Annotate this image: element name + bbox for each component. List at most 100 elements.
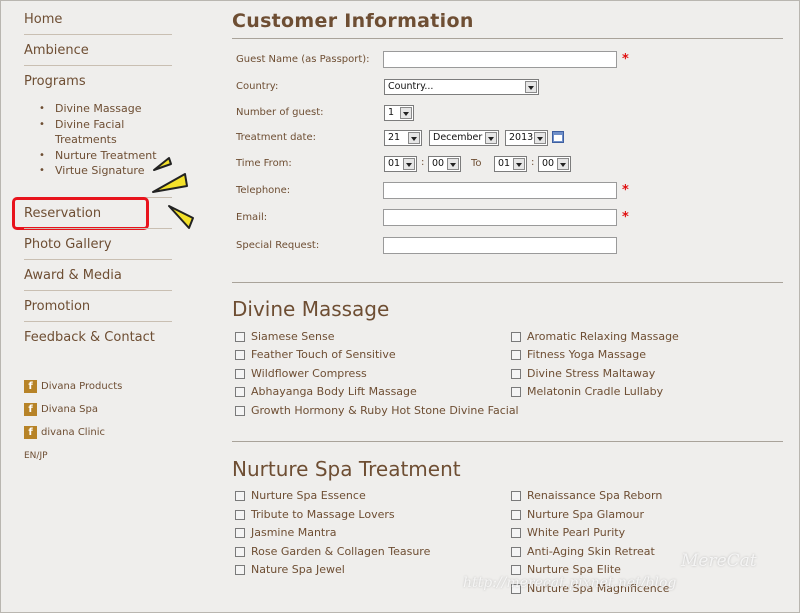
guest-name-label: Guest Name (as Passport): (236, 54, 370, 65)
checkbox[interactable] (511, 331, 521, 342)
checkbox[interactable] (235, 386, 245, 397)
checkbox-fitness-yoga[interactable]: Fitness Yoga Massage (511, 348, 646, 361)
checkbox[interactable] (235, 546, 245, 557)
guests-label: Number of guest: (236, 107, 324, 118)
checkbox-aromatic-relaxing[interactable]: Aromatic Relaxing Massage (511, 330, 679, 343)
social-link-divana-products[interactable]: f Divana Products (24, 380, 122, 393)
month-select[interactable]: December (429, 130, 499, 146)
special-request-label: Special Request: (236, 240, 320, 251)
nav-photo-gallery[interactable]: Photo Gallery (24, 237, 172, 252)
email-input[interactable] (383, 209, 617, 226)
time-colon: : (531, 157, 535, 168)
minute-from-select[interactable]: 00 (428, 156, 461, 172)
nav-divider (24, 65, 172, 66)
checkbox-feather-touch[interactable]: Feather Touch of Sensitive (235, 348, 396, 361)
chevron-down-icon (447, 158, 459, 170)
checkbox[interactable] (235, 527, 245, 538)
time-colon: : (421, 157, 425, 168)
page: Home Ambience Programs • Divine Massage •… (0, 0, 800, 613)
checkbox[interactable] (235, 349, 245, 360)
treatment-date-label: Treatment date: (236, 132, 316, 143)
divine-massage-heading: Divine Massage (232, 297, 390, 321)
checkbox[interactable] (235, 368, 245, 379)
telephone-input[interactable] (383, 182, 617, 199)
checkbox-divine-stress[interactable]: Divine Stress Maltaway (511, 367, 655, 380)
telephone-label: Telephone: (236, 185, 291, 196)
attention-marks-decoration (152, 157, 194, 229)
nav-divider (24, 290, 172, 291)
watermark-url: http://merecat.pixnet.net/blog (463, 575, 677, 591)
section-divider (232, 441, 783, 442)
submenu-item-divine-facial[interactable]: • Divine Facial (39, 117, 157, 133)
nav-promotion[interactable]: Promotion (24, 299, 172, 314)
required-marker: * (622, 210, 629, 225)
chevron-down-icon (557, 158, 569, 170)
nav-programs[interactable]: Programs (24, 74, 172, 89)
programs-submenu: • Divine Massage • Divine Facial Treatment… (39, 101, 157, 179)
checkbox-renaissance-spa[interactable]: Renaissance Spa Reborn (511, 489, 662, 502)
email-label: Email: (236, 212, 268, 223)
checkbox[interactable] (511, 509, 521, 520)
chevron-down-icon (403, 158, 415, 170)
submenu-item-divine-massage[interactable]: • Divine Massage (39, 101, 157, 117)
checkbox[interactable] (235, 509, 245, 520)
checkbox-abhayanga[interactable]: Abhayanga Body Lift Massage (235, 385, 417, 398)
country-select[interactable]: Country... (384, 79, 539, 95)
checkbox-nature-spa-jewel[interactable]: Nature Spa Jewel (235, 563, 345, 576)
social-link-divana-spa[interactable]: f Divana Spa (24, 403, 98, 416)
nav-home[interactable]: Home (24, 12, 172, 27)
chevron-down-icon (408, 132, 420, 144)
checkbox-nurture-spa-essence[interactable]: Nurture Spa Essence (235, 489, 366, 502)
time-to-label: To (471, 158, 482, 169)
nav-divider (24, 321, 172, 322)
chevron-down-icon (525, 81, 537, 93)
checkbox[interactable] (235, 490, 245, 501)
minute-to-select[interactable]: 00 (538, 156, 571, 172)
year-select[interactable]: 2013 (505, 130, 548, 146)
checkbox-tribute-massage[interactable]: Tribute to Massage Lovers (235, 508, 395, 521)
submenu-item-treatments[interactable]: Treatments (39, 132, 157, 148)
hour-from-select[interactable]: 01 (384, 156, 417, 172)
checkbox-growth-hormony[interactable]: Growth Hormony & Ruby Hot Stone Divine F… (235, 404, 519, 417)
chevron-down-icon (400, 107, 412, 119)
checkbox-melatonin-cradle[interactable]: Melatonin Cradle Lullaby (511, 385, 663, 398)
hour-to-select[interactable]: 01 (494, 156, 527, 172)
chevron-down-icon (485, 132, 497, 144)
checkbox-rose-garden[interactable]: Rose Garden & Collagen Teasure (235, 545, 430, 558)
checkbox-white-pearl[interactable]: White Pearl Purity (511, 526, 625, 539)
nurture-spa-heading: Nurture Spa Treatment (232, 457, 461, 481)
calendar-icon[interactable] (552, 131, 564, 143)
checkbox-siamese-sense[interactable]: Siamese Sense (235, 330, 334, 343)
nav-ambience[interactable]: Ambience (24, 43, 172, 58)
language-switch[interactable]: EN/JP (24, 451, 48, 461)
social-link-divana-clinic[interactable]: f divana Clinic (24, 426, 105, 439)
guest-name-input[interactable] (383, 51, 617, 68)
checkbox[interactable] (235, 564, 245, 575)
required-marker: * (622, 183, 629, 198)
section-divider (232, 38, 783, 39)
checkbox[interactable] (511, 386, 521, 397)
time-from-label: Time From: (236, 158, 292, 169)
nav-divider (24, 34, 172, 35)
nav-feedback-contact[interactable]: Feedback & Contact (24, 330, 172, 345)
nav-award-media[interactable]: Award & Media (24, 268, 172, 283)
day-select[interactable]: 21 (384, 130, 422, 146)
submenu-item-nurture-treatment[interactable]: • Nurture Treatment (39, 148, 157, 164)
facebook-icon: f (24, 380, 37, 393)
checkbox[interactable] (511, 527, 521, 538)
facebook-icon: f (24, 403, 37, 416)
checkbox-wildflower-compress[interactable]: Wildflower Compress (235, 367, 367, 380)
required-marker: * (622, 52, 629, 67)
special-request-input[interactable] (383, 237, 617, 254)
guests-select[interactable]: 1 (384, 105, 414, 121)
page-title: Customer Information (232, 10, 474, 32)
checkbox-jasmine-mantra[interactable]: Jasmine Mantra (235, 526, 337, 539)
checkbox-nurture-spa-glamour[interactable]: Nurture Spa Glamour (511, 508, 644, 521)
checkbox[interactable] (511, 490, 521, 501)
checkbox[interactable] (235, 331, 245, 342)
section-divider (232, 282, 783, 283)
checkbox[interactable] (235, 405, 245, 416)
submenu-item-virtue-signature[interactable]: • Virtue Signature (39, 163, 157, 179)
checkbox[interactable] (511, 368, 521, 379)
checkbox[interactable] (511, 349, 521, 360)
